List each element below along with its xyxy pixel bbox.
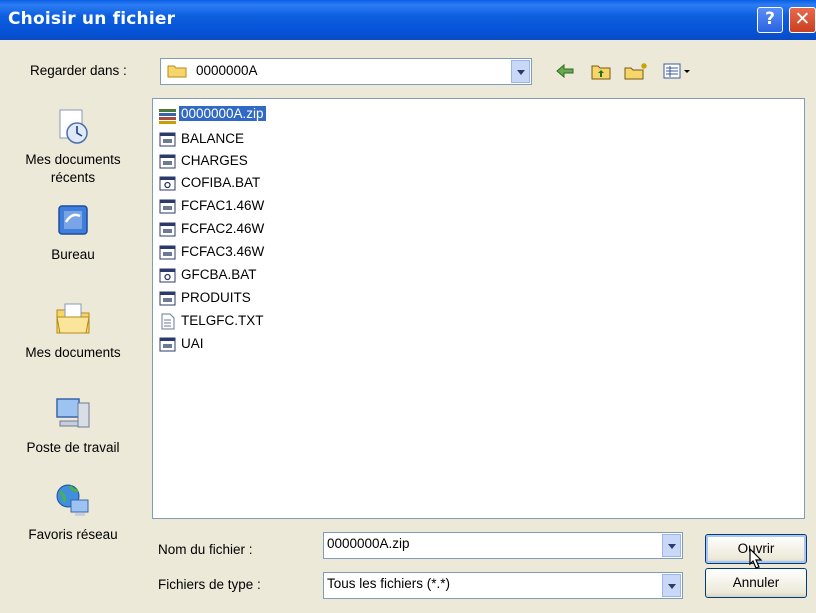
chevron-down-icon[interactable]: [662, 534, 681, 557]
filename-combo[interactable]: 0000000A.zip: [323, 532, 683, 559]
place-recent-documents[interactable]: Mes documents récents: [0, 107, 146, 187]
place-label: Poste de travail: [26, 440, 120, 455]
application-file-icon: [159, 337, 176, 352]
application-file-icon: [159, 222, 176, 237]
file-name: FCFAC1.46W: [181, 198, 265, 213]
file-name: COFIBA.BAT: [181, 175, 261, 190]
desktop-icon: [58, 205, 88, 235]
open-file-dialog: Choisir un fichier ? ✕ Regarder dans : 0…: [0, 0, 816, 613]
views-menu-icon[interactable]: [663, 62, 693, 80]
close-button[interactable]: ✕: [789, 7, 816, 33]
file-name: CHARGES: [181, 153, 248, 168]
file-name: 0000000A.zip: [179, 106, 266, 121]
place-my-documents[interactable]: Mes documents: [0, 300, 146, 362]
look-in-value: 0000000A: [196, 63, 258, 78]
up-folder-icon[interactable]: [591, 62, 611, 80]
zip-archive-icon: [159, 109, 176, 124]
my-documents-icon: [56, 303, 90, 334]
title-bar[interactable]: Choisir un fichier ? ✕: [0, 0, 816, 40]
window-title: Choisir un fichier: [8, 9, 176, 29]
chevron-down-icon[interactable]: [511, 60, 530, 83]
file-name: UAI: [181, 336, 204, 351]
application-file-icon: [159, 291, 176, 306]
batch-file-icon: [159, 176, 176, 191]
file-name: PRODUITS: [181, 290, 251, 305]
filename-input[interactable]: 0000000A.zip: [327, 536, 410, 551]
application-file-icon: [159, 132, 176, 147]
place-desktop[interactable]: Bureau: [0, 202, 146, 264]
back-arrow-icon[interactable]: [555, 62, 575, 80]
application-file-icon: [159, 245, 176, 260]
file-name: FCFAC3.46W: [181, 244, 265, 259]
look-in-dropdown[interactable]: 0000000A: [160, 58, 532, 85]
recent-documents-icon: [59, 109, 88, 144]
application-file-icon: [159, 154, 176, 169]
filetype-value: Tous les fichiers (*.*): [327, 576, 451, 591]
place-label: Mes documents récents: [25, 152, 121, 185]
file-name: TELGFC.TXT: [181, 313, 264, 328]
place-label: Favoris réseau: [28, 527, 118, 542]
filetype-label: Fichiers de type :: [158, 577, 261, 592]
file-name: BALANCE: [181, 131, 245, 146]
place-my-computer[interactable]: Poste de travail: [0, 395, 146, 457]
text-file-icon: [161, 313, 175, 330]
folder-icon: [167, 65, 187, 78]
file-list[interactable]: 0000000A.zip BALANCE CHARGES COFIBA.BAT …: [152, 98, 805, 519]
file-name: FCFAC2.46W: [181, 221, 265, 236]
new-folder-icon[interactable]: [624, 62, 650, 80]
mouse-pointer-icon: [749, 548, 763, 569]
batch-file-icon: [159, 268, 176, 283]
filetype-dropdown[interactable]: Tous les fichiers (*.*): [323, 572, 683, 599]
chevron-down-icon[interactable]: [662, 574, 681, 597]
network-places-icon: [56, 484, 89, 516]
place-label: Bureau: [51, 247, 95, 262]
place-network[interactable]: Favoris réseau: [0, 482, 146, 544]
application-file-icon: [159, 199, 176, 214]
my-computer-icon: [56, 398, 90, 428]
look-in-label: Regarder dans :: [30, 63, 127, 78]
filename-label: Nom du fichier :: [158, 542, 253, 557]
place-label: Mes documents: [25, 345, 121, 360]
file-name: GFCBA.BAT: [181, 267, 257, 282]
help-button[interactable]: ?: [757, 7, 783, 33]
